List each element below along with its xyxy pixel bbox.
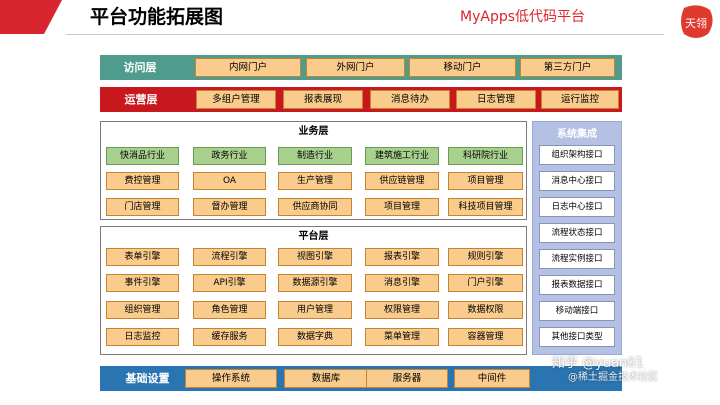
integration-item: 日志中心接口 [539, 197, 615, 217]
ops-item: 消息待办 [370, 90, 450, 109]
header-divider [66, 34, 664, 35]
platform-cell: 权限管理 [365, 301, 439, 319]
industry-cell: 政务行业 [193, 147, 266, 165]
ops-item: 报表展现 [283, 90, 363, 109]
base-item: 操作系统 [185, 369, 277, 388]
integration-item: 其他接口类型 [539, 327, 615, 347]
base-layer: 基础设置 操作系统 数据库 服务器 中间件 [100, 366, 622, 391]
platform-cell: 视图引擎 [278, 248, 352, 266]
platform-cell: 门户引擎 [448, 274, 523, 292]
integration-item: 报表数据接口 [539, 275, 615, 295]
platform-cell: 消息引擎 [365, 274, 439, 292]
platform-cell: 流程引擎 [193, 248, 266, 266]
platform-cell: 日志监控 [106, 328, 179, 346]
business-layer: 业务层 快消品行业 政务行业 制造行业 建筑施工行业 科研院行业 费控管理 OA… [100, 121, 527, 220]
ops-item: 多组户管理 [196, 90, 276, 109]
platform-cell: 菜单管理 [365, 328, 439, 346]
integration-item: 流程实例接口 [539, 249, 615, 269]
access-item: 外网门户 [306, 58, 405, 77]
business-cell: 项目管理 [365, 198, 439, 216]
base-layer-label: 基础设置 [125, 372, 170, 385]
business-cell: 供应商协同 [278, 198, 352, 216]
platform-cell: 数据权限 [448, 301, 523, 319]
access-layer: 访问层 内网门户 外网门户 移动门户 第三方门户 [100, 55, 622, 80]
ops-item: 日志管理 [456, 90, 536, 109]
platform-cell: 表单引擎 [106, 248, 179, 266]
watermark-line2: @稀土掘金技术社区 [568, 372, 658, 383]
access-layer-label: 访问层 [123, 61, 157, 74]
platform-cell: 数据字典 [278, 328, 352, 346]
integration-item: 消息中心接口 [539, 171, 615, 191]
industry-cell: 快消品行业 [106, 147, 179, 165]
platform-cell: 规则引擎 [448, 248, 523, 266]
watermark: 知乎 @yuan01 @稀土掘金技术社区 [552, 356, 658, 383]
business-cell: 生产管理 [278, 172, 352, 190]
base-item: 中间件 [454, 369, 530, 388]
business-cell: 科技项目管理 [448, 198, 523, 216]
platform-cell: 用户管理 [278, 301, 352, 319]
header-accent-shape [0, 0, 62, 34]
integration-item: 组织架构接口 [539, 145, 615, 165]
platform-cell: 数据源引擎 [278, 274, 352, 292]
page-title: 平台功能拓展图 [90, 6, 224, 28]
platform-cell: 缓存服务 [193, 328, 266, 346]
industry-cell: 建筑施工行业 [365, 147, 439, 165]
brand-logo: 天翎 [676, 2, 716, 42]
platform-cell: 角色管理 [193, 301, 266, 319]
integration-panel: 系统集成 组织架构接口 消息中心接口 日志中心接口 流程状态接口 流程实例接口 … [532, 121, 622, 355]
business-cell: 供应链管理 [365, 172, 439, 190]
business-cell: OA [193, 172, 266, 190]
platform-cell: API引擎 [193, 274, 266, 292]
business-cell: 门店管理 [106, 198, 179, 216]
platform-cell: 容器管理 [448, 328, 523, 346]
base-item: 服务器 [366, 369, 448, 388]
brand-title: MyApps低代码平台 [460, 9, 586, 25]
integration-item: 移动端接口 [539, 301, 615, 321]
industry-cell: 制造行业 [278, 147, 352, 165]
integration-title: 系统集成 [557, 129, 597, 140]
base-item: 数据库 [284, 369, 368, 388]
industry-cell: 科研院行业 [448, 147, 523, 165]
platform-cell: 事件引擎 [106, 274, 179, 292]
ops-layer-label: 运营层 [124, 93, 158, 106]
platform-cell: 组织管理 [106, 301, 179, 319]
platform-layer: 平台层 表单引擎 流程引擎 视图引擎 报表引擎 规则引擎 事件引擎 API引擎 … [100, 226, 527, 355]
watermark-line1: 知乎 @yuan01 [552, 356, 644, 371]
ops-layer: 运营层 多组户管理 报表展现 消息待办 日志管理 运行监控 [100, 87, 622, 112]
access-item: 内网门户 [195, 58, 301, 77]
access-item: 第三方门户 [520, 58, 615, 77]
business-cell: 费控管理 [106, 172, 179, 190]
ops-item: 运行监控 [541, 90, 619, 109]
business-cell: 督办管理 [193, 198, 266, 216]
business-cell: 项目管理 [448, 172, 523, 190]
platform-cell: 报表引擎 [365, 248, 439, 266]
integration-item: 流程状态接口 [539, 223, 615, 243]
business-layer-title: 业务层 [298, 126, 329, 137]
access-item: 移动门户 [409, 58, 516, 77]
platform-layer-title: 平台层 [298, 231, 329, 242]
svg-text:天翎: 天翎 [685, 16, 707, 30]
